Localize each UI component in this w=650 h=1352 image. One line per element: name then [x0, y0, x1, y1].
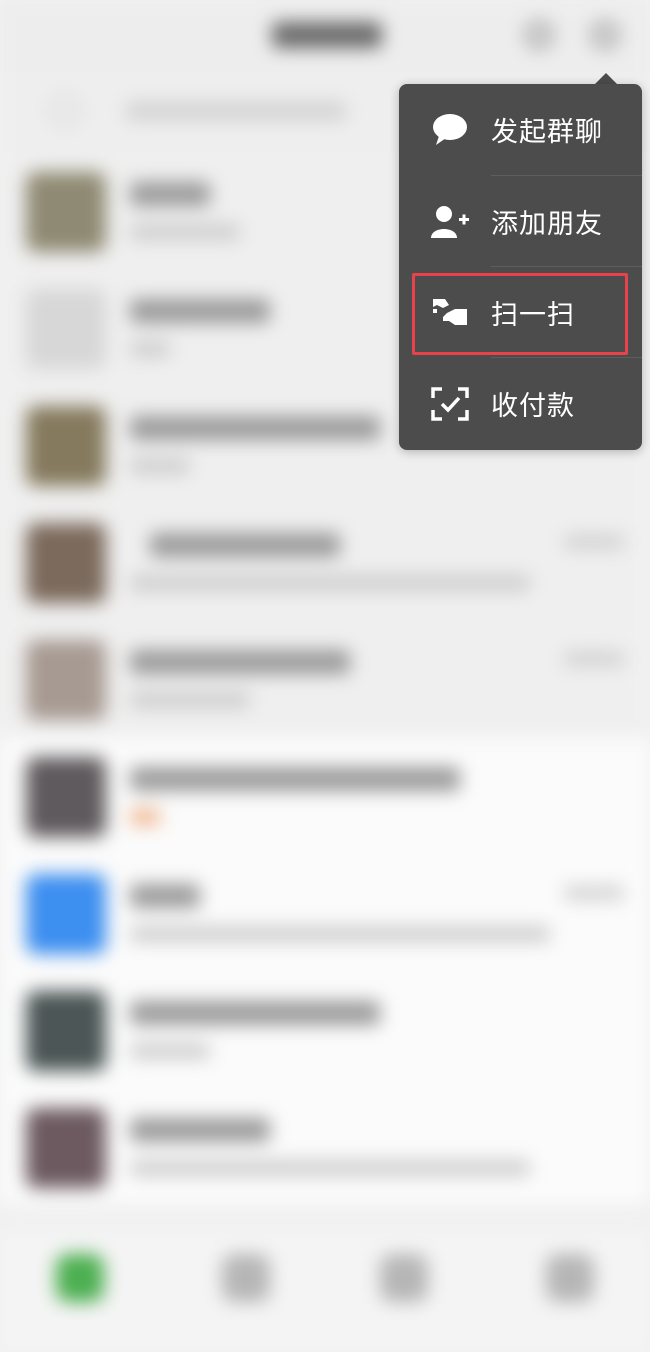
avatar [26, 289, 106, 369]
chat-row[interactable] [0, 971, 650, 1089]
search-box-icon [50, 96, 80, 126]
chat-time-placeholder [564, 535, 624, 549]
chat-message-placeholder [130, 341, 170, 357]
avatar [26, 874, 106, 954]
plus-icon[interactable] [592, 22, 618, 48]
menu-item-scan[interactable]: 扫一扫 [399, 267, 642, 358]
avatar [26, 172, 106, 252]
bottom-tab-bar [0, 1232, 650, 1352]
menu-item-label: 添加朋友 [491, 209, 603, 240]
chat-message-placeholder [130, 1043, 210, 1059]
chat-row[interactable] [0, 854, 650, 972]
tab-discover-icon[interactable] [380, 1254, 428, 1302]
chat-name-placeholder [130, 416, 380, 440]
chat-row[interactable] [0, 503, 650, 621]
chat-message-placeholder [130, 458, 190, 474]
payment-scan-icon [429, 383, 471, 425]
app-screen: 发起群聊 添加朋友 扫一扫 收付款 [0, 0, 650, 1352]
chat-name-placeholder [130, 1118, 270, 1142]
chat-row[interactable] [0, 1088, 650, 1206]
chat-message-placeholder [130, 926, 550, 942]
chat-time-placeholder [564, 886, 624, 900]
add-friend-icon [429, 201, 471, 243]
avatar [26, 1108, 106, 1188]
tab-me-icon[interactable] [546, 1254, 594, 1302]
menu-item-label: 扫一扫 [491, 300, 575, 331]
menu-item-label: 收付款 [491, 391, 575, 422]
menu-item-label: 发起群聊 [491, 117, 603, 148]
chat-bubble-icon [429, 109, 471, 151]
chat-name-placeholder [150, 533, 340, 557]
chat-message-placeholder [130, 692, 250, 708]
chat-time-placeholder [564, 652, 624, 666]
avatar [26, 757, 106, 837]
chat-row[interactable] [0, 620, 650, 738]
popup-menu: 发起群聊 添加朋友 扫一扫 收付款 [399, 84, 642, 450]
menu-item-start-group-chat[interactable]: 发起群聊 [399, 84, 642, 175]
chat-name-placeholder [130, 299, 270, 323]
top-bar [0, 0, 650, 72]
chat-row[interactable] [0, 737, 650, 855]
menu-item-add-friend[interactable]: 添加朋友 [399, 176, 642, 267]
chat-name-placeholder [130, 1001, 380, 1025]
chat-message-placeholder [130, 575, 530, 591]
chat-message-placeholder [130, 809, 160, 825]
top-bar-title [272, 22, 382, 48]
search-box-placeholder[interactable] [126, 102, 346, 120]
search-icon[interactable] [526, 22, 552, 48]
menu-item-receive-pay[interactable]: 收付款 [399, 358, 642, 449]
tab-contacts-icon[interactable] [222, 1254, 270, 1302]
avatar [26, 406, 106, 486]
chat-name-placeholder [130, 182, 210, 206]
avatar [26, 640, 106, 720]
tab-chats-icon[interactable] [56, 1254, 104, 1302]
scan-icon [429, 292, 471, 334]
avatar [26, 991, 106, 1071]
avatar [26, 523, 106, 603]
chat-name-placeholder [130, 650, 350, 674]
chat-message-placeholder [130, 1160, 530, 1176]
chat-message-placeholder [130, 224, 240, 240]
chat-name-placeholder [130, 884, 200, 908]
chat-name-placeholder [130, 767, 460, 791]
